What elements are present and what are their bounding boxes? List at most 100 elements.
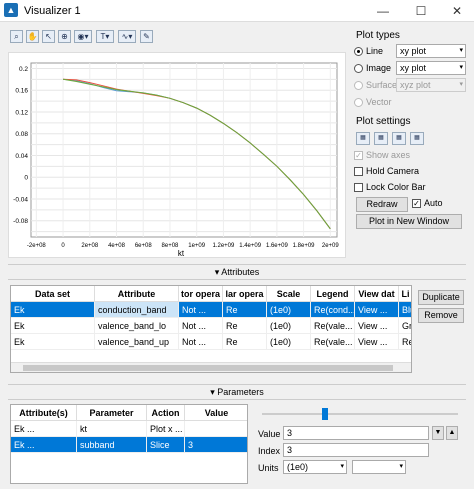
image-plot-select[interactable]: xy plot ▾ (396, 61, 466, 75)
attributes-table[interactable]: Data set Attribute tor opera lar opera S… (10, 285, 412, 373)
table-cell[interactable]: View ... (355, 302, 399, 318)
scrollbar-thumb[interactable] (23, 365, 393, 371)
auto-checkbox[interactable]: ✓ (412, 199, 421, 208)
table-cell[interactable]: (1e0) (267, 302, 311, 318)
value-up-button[interactable]: ▲ (446, 426, 458, 440)
text-icon[interactable]: T▾ (96, 30, 114, 43)
hand-icon[interactable]: ✋ (26, 30, 39, 43)
table-cell[interactable]: Re(cond... (311, 302, 355, 318)
col-scale[interactable]: Scale (267, 286, 311, 302)
units-select[interactable]: (1e0) ▾ (283, 460, 347, 474)
table-cell[interactable]: Re (223, 334, 267, 350)
layout-2x2-button[interactable]: ▦ (392, 132, 406, 145)
parameters-header[interactable]: ▾ Parameters (8, 384, 466, 400)
x-tick-label: -2e+08 (27, 243, 47, 249)
table-cell[interactable]: valence_band_lo (95, 318, 179, 334)
line-plot-select[interactable]: xy plot ▾ (396, 44, 466, 58)
table-cell[interactable]: (1e0) (267, 334, 311, 350)
table-cell[interactable]: Slice (147, 437, 185, 453)
col-line[interactable]: Li (399, 286, 411, 302)
table-cell[interactable]: Gre (399, 318, 411, 334)
col-parameter[interactable]: Parameter (77, 405, 147, 421)
table-cell[interactable]: Plot x ... (147, 421, 185, 437)
col-attribute[interactable]: Attribute (95, 286, 179, 302)
pointer-icon[interactable]: ↖ (42, 30, 55, 43)
x-tick-label: 2e+08 (81, 243, 99, 249)
table-cell[interactable]: Re (223, 318, 267, 334)
axis-icon[interactable]: ∿▾ (118, 30, 136, 43)
table-cell[interactable]: Ek (11, 302, 95, 318)
surface-plot-select[interactable]: xyz plot ▾ (396, 78, 466, 92)
table-cell[interactable]: Ek ... (11, 437, 77, 453)
table-cell[interactable]: Ek ... (11, 421, 77, 437)
table-cell[interactable]: View ... (355, 318, 399, 334)
plot-types-title: Plot types (356, 30, 400, 41)
plot-panel[interactable]: 0.2 0.16 0.12 0.08 0.04 0 -0.04 -0.08 -2e+08 0 2e… (8, 52, 346, 258)
grid (30, 62, 338, 238)
vector-radio[interactable] (354, 98, 363, 107)
x-tick-label: 1.8e+09 (293, 243, 316, 249)
parameters-table[interactable]: Attribute(s) Parameter Action Value Ek .… (10, 404, 248, 484)
maximize-button[interactable]: ☐ (408, 2, 434, 20)
table-cell[interactable]: (1e0) (267, 318, 311, 334)
table-cell[interactable]: conduction_band (95, 302, 179, 318)
table-cell[interactable]: Re(vale... (311, 334, 355, 350)
layout-1x1-button[interactable]: ▦ (356, 132, 370, 145)
zoom-region-icon[interactable]: ⊕ (58, 30, 71, 43)
index-field[interactable]: 3 (283, 443, 429, 457)
visualizer-window: ▲ Visualizer 1 — ☐ ✕ ⌕ ✋ ↖ ⊕ ◉▾ T▾ ∿▾ ✎ … (0, 0, 474, 489)
col-vector-operation[interactable]: tor opera (179, 286, 223, 302)
vector-label: Vector (366, 97, 392, 107)
title-bar: ▲ Visualizer 1 — ☐ ✕ (0, 0, 474, 22)
table-cell[interactable]: Not ... (179, 318, 223, 334)
table-cell[interactable]: 3 (185, 437, 247, 453)
units-secondary-select[interactable]: ▾ (352, 460, 406, 474)
image-radio[interactable] (354, 64, 363, 73)
attributes-horizontal-scrollbar[interactable] (11, 362, 411, 372)
pencil-icon[interactable]: ✎ (140, 30, 153, 43)
table-cell[interactable]: Blu (399, 302, 411, 318)
layout-2x3-button[interactable]: ▦ (410, 132, 424, 145)
value-field[interactable]: 3 (283, 426, 429, 440)
table-cell[interactable]: valence_band_up (95, 334, 179, 350)
surface-radio[interactable] (354, 81, 363, 90)
col-value[interactable]: Value (185, 405, 247, 421)
layout-1x2-button[interactable]: ▦ (374, 132, 388, 145)
eye-icon[interactable]: ◉▾ (74, 30, 92, 43)
table-cell[interactable] (185, 421, 247, 437)
table-cell[interactable]: View ... (355, 334, 399, 350)
value-slider-handle[interactable] (322, 408, 328, 420)
table-cell[interactable]: Rec (399, 334, 411, 350)
table-cell[interactable]: Ek (11, 318, 95, 334)
table-cell[interactable]: Ek (11, 334, 95, 350)
table-cell[interactable]: Not ... (179, 334, 223, 350)
line-chart[interactable]: 0.2 0.16 0.12 0.08 0.04 0 -0.04 -0.08 -2e+08 0 2e… (9, 53, 347, 259)
show-axes-label: Show axes (366, 150, 411, 160)
table-cell[interactable]: Re (223, 302, 267, 318)
table-cell[interactable]: Not ... (179, 302, 223, 318)
close-button[interactable]: ✕ (444, 2, 470, 20)
col-action[interactable]: Action (147, 405, 185, 421)
attributes-header[interactable]: ▾ Attributes (8, 264, 466, 280)
table-cell[interactable]: subband (77, 437, 147, 453)
line-radio[interactable] (354, 47, 363, 56)
auto-label: Auto (424, 198, 443, 208)
col-scalar-operation[interactable]: lar opera (223, 286, 267, 302)
table-cell[interactable]: Re(vale... (311, 318, 355, 334)
minimize-button[interactable]: — (370, 2, 396, 20)
plot-new-window-button[interactable]: Plot in New Window (356, 214, 462, 229)
show-axes-checkbox[interactable]: ✓ (354, 151, 363, 160)
value-slider-track[interactable] (262, 413, 458, 415)
zoom-icon[interactable]: ⌕ (10, 30, 23, 43)
col-data-set[interactable]: Data set (11, 286, 95, 302)
redraw-button[interactable]: Redraw (356, 197, 408, 212)
lock-color-bar-checkbox[interactable] (354, 183, 363, 192)
value-down-button[interactable]: ▼ (432, 426, 444, 440)
col-legend[interactable]: Legend (311, 286, 355, 302)
duplicate-button[interactable]: Duplicate (418, 290, 464, 305)
col-attributes[interactable]: Attribute(s) (11, 405, 77, 421)
col-view-data[interactable]: View dat (355, 286, 399, 302)
table-cell[interactable]: kt (77, 421, 147, 437)
remove-button[interactable]: Remove (418, 308, 464, 323)
hold-camera-checkbox[interactable] (354, 167, 363, 176)
